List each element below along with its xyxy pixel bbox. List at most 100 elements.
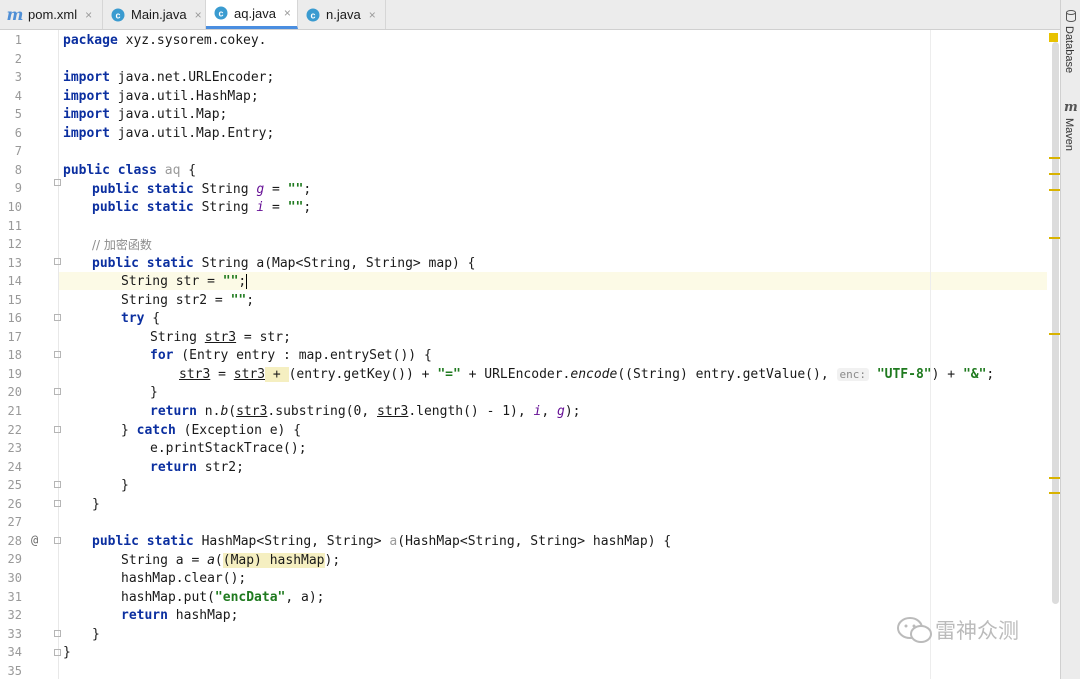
- code-line-13[interactable]: public static String a(Map<String, Strin…: [92, 255, 476, 273]
- code-line-22[interactable]: } catch (Exception e) {: [121, 422, 301, 440]
- code-line-10[interactable]: public static String i = "";: [92, 199, 311, 217]
- line-number: 14: [7, 274, 22, 289]
- keyword: return: [150, 460, 197, 475]
- code-line-30[interactable]: hashMap.clear();: [121, 570, 246, 588]
- code-line-4[interactable]: import java.util.HashMap;: [63, 88, 259, 106]
- code-line-18[interactable]: for (Entry entry : map.entrySet()) {: [150, 347, 432, 365]
- code-line-5[interactable]: import java.util.Map;: [63, 106, 227, 124]
- keyword: public static: [92, 200, 194, 215]
- close-icon[interactable]: ×: [284, 6, 291, 20]
- code-line-31[interactable]: hashMap.put("encData", a);: [121, 589, 325, 607]
- close-icon[interactable]: ×: [369, 8, 376, 22]
- line-number: 12: [7, 237, 22, 252]
- code-line-15[interactable]: String str2 = "";: [121, 292, 254, 310]
- code-text: HashMap<String, String>: [193, 534, 390, 549]
- line-number: 15: [7, 292, 22, 307]
- code-line-12[interactable]: // 加密函数: [92, 236, 152, 254]
- fold-marker[interactable]: [54, 258, 61, 265]
- line-number: 9: [14, 181, 22, 196]
- fold-marker[interactable]: [54, 426, 61, 433]
- code-line-19[interactable]: str3 = str3 + (entry.getKey()) + "=" + U…: [179, 366, 994, 384]
- line-number: 20: [7, 385, 22, 400]
- code-text: =: [264, 200, 288, 215]
- watermark: 雷神众测: [895, 615, 1019, 645]
- line-number: 30: [7, 570, 22, 585]
- fold-marker[interactable]: [54, 537, 61, 544]
- vertical-scrollbar[interactable]: [1052, 42, 1059, 604]
- maven-icon: m: [6, 5, 24, 24]
- code-text: String a =: [121, 553, 208, 568]
- code-line-25[interactable]: }: [121, 477, 129, 495]
- keyword: import: [63, 89, 110, 104]
- fold-marker[interactable]: [54, 481, 61, 488]
- fold-marker[interactable]: [54, 630, 61, 637]
- database-tool-button[interactable]: Database: [1063, 26, 1075, 73]
- keyword: return: [150, 404, 197, 419]
- tab-aq-java[interactable]: c aq.java ×: [206, 0, 298, 29]
- variable: str3: [236, 404, 268, 419]
- java-class-icon: c: [306, 8, 320, 22]
- keyword: for: [150, 348, 174, 363]
- keyword: public static: [92, 534, 194, 549]
- line-number: 2: [14, 51, 22, 66]
- line-number: 23: [7, 441, 22, 456]
- code-text: hashMap.put(: [121, 590, 215, 605]
- code-line-33[interactable]: }: [92, 626, 100, 644]
- keyword: try: [121, 311, 145, 326]
- code-line-6[interactable]: import java.util.Map.Entry;: [63, 125, 274, 143]
- code-line-34[interactable]: }: [63, 644, 71, 662]
- keyword: public static: [92, 256, 194, 271]
- line-number: 16: [7, 311, 22, 326]
- code-line-28[interactable]: public static HashMap<String, String> a(…: [92, 533, 671, 551]
- line-number: 10: [7, 199, 22, 214]
- code-line-21[interactable]: return n.b(str3.substring(0, str3.length…: [150, 403, 581, 421]
- code-line-16[interactable]: try {: [121, 310, 160, 328]
- code-line-8[interactable]: public class aq {: [63, 162, 196, 180]
- code-text: java.util.HashMap;: [109, 89, 259, 104]
- code-text: n.: [196, 404, 221, 419]
- code-line-20[interactable]: }: [150, 384, 158, 402]
- maven-tool-button[interactable]: Maven: [1063, 118, 1075, 151]
- code-line-9[interactable]: public static String g = "";: [92, 181, 311, 199]
- override-marker-icon[interactable]: @: [31, 533, 38, 547]
- code-line-32[interactable]: return hashMap;: [121, 607, 238, 625]
- code-line-14[interactable]: String str = "";: [121, 273, 248, 291]
- fold-marker[interactable]: [54, 351, 61, 358]
- line-number: 32: [7, 608, 22, 623]
- line-number: 4: [14, 88, 22, 103]
- line-number: 24: [7, 459, 22, 474]
- tab-n-java[interactable]: c n.java ×: [298, 0, 386, 29]
- fold-marker[interactable]: [54, 649, 61, 656]
- code-line-23[interactable]: e.printStackTrace();: [150, 440, 307, 458]
- code-line-3[interactable]: import java.net.URLEncoder;: [63, 69, 274, 87]
- fold-marker[interactable]: [54, 388, 61, 395]
- line-number: 6: [14, 125, 22, 140]
- code-line-1[interactable]: package xyz.sysorem.cokey.: [63, 32, 267, 50]
- tab-pom-xml[interactable]: m pom.xml ×: [0, 0, 103, 29]
- code-text: ((String) entry.getValue(),: [617, 367, 837, 382]
- fold-marker[interactable]: [54, 179, 61, 186]
- inspection-status-icon[interactable]: [1049, 33, 1058, 42]
- fold-marker[interactable]: [54, 314, 61, 321]
- code-text: ,: [541, 404, 558, 419]
- code-line-29[interactable]: String a = a((Map) hashMap);: [121, 552, 340, 570]
- code-text: java.net.URLEncoder;: [109, 70, 275, 85]
- code-line-17[interactable]: String str3 = str;: [150, 329, 291, 347]
- code-line-24[interactable]: return str2;: [150, 459, 244, 477]
- fold-marker[interactable]: [54, 500, 61, 507]
- code-text: );: [324, 553, 341, 568]
- code-text: }: [150, 385, 158, 400]
- line-number: 19: [7, 366, 22, 381]
- line-number: 34: [7, 645, 22, 660]
- tab-main-java[interactable]: c Main.java ×: [103, 0, 206, 29]
- code-text: ;: [238, 274, 247, 289]
- close-icon[interactable]: ×: [85, 8, 92, 22]
- line-number: 25: [7, 478, 22, 493]
- code-text: java.util.Map.Entry;: [109, 126, 275, 141]
- code-text: =: [210, 367, 234, 382]
- close-icon[interactable]: ×: [195, 8, 202, 22]
- line-number: 29: [7, 552, 22, 567]
- code-line-26[interactable]: }: [92, 496, 100, 514]
- string-literal: "&": [962, 367, 987, 382]
- code-text: java.util.Map;: [109, 107, 228, 122]
